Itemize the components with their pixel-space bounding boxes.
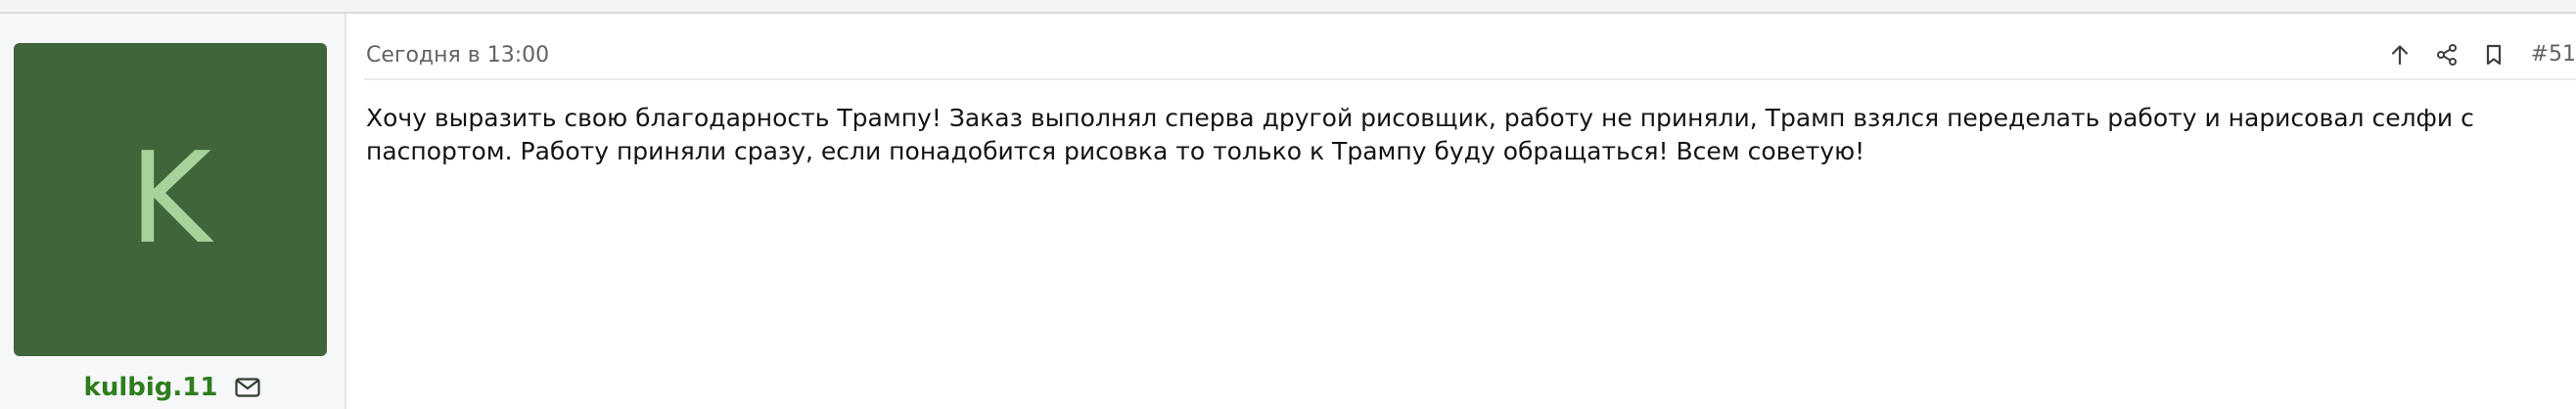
username-row: kulbig.11 (0, 368, 345, 407)
previous-post-border (0, 0, 2576, 14)
bookmark-icon[interactable] (2482, 43, 2506, 67)
message-content: Сегодня в 13:00 #51 Хочу выразить свою б… (364, 14, 2576, 409)
forum-post-page: K kulbig.11 Сегодня в 13:00 #51 Хочу выр… (0, 0, 2576, 409)
arrow-up-icon[interactable] (2388, 43, 2412, 67)
post-date[interactable]: Сегодня в 13:00 (366, 45, 549, 67)
avatar[interactable]: K (14, 43, 327, 356)
post-actions: #51 (2388, 39, 2576, 70)
username-link[interactable]: kulbig.11 (84, 373, 218, 402)
post-number-link[interactable]: #51 (2531, 44, 2576, 66)
avatar-letter: K (129, 126, 211, 272)
user-info-panel: K kulbig.11 (0, 14, 346, 409)
envelope-icon[interactable] (235, 378, 261, 397)
share-icon[interactable] (2435, 43, 2459, 67)
message-header: Сегодня в 13:00 #51 (364, 14, 2576, 80)
message-body: Хочу выразить свою благодарность Трампу!… (366, 104, 2474, 165)
